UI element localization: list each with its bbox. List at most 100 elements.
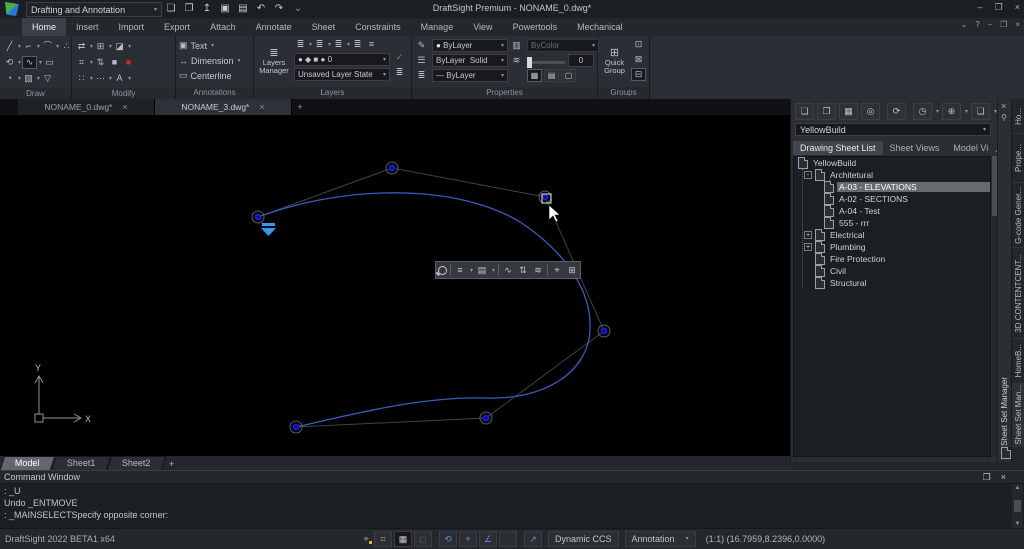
- clear-properties-icon[interactable]: ▢: [561, 69, 576, 82]
- tree-item-fire-protection[interactable]: Fire Protection: [794, 253, 990, 265]
- power-trim-icon[interactable]: ●: [122, 56, 135, 69]
- polar-toggle-icon[interactable]: ⟲: [439, 531, 457, 547]
- layer-lock-icon[interactable]: ≣: [332, 38, 345, 51]
- scale-tool-icon[interactable]: ⇅: [94, 56, 107, 69]
- tree-item-structural[interactable]: Structural: [794, 277, 990, 289]
- tree-item-electrical[interactable]: + Electrical: [794, 229, 990, 241]
- rectangle-tool-icon[interactable]: ▭: [43, 56, 56, 69]
- tree-item-a02-sections[interactable]: A-02 - SECTIONS: [794, 193, 990, 205]
- blank-toggle[interactable]: [499, 531, 517, 547]
- add-sheet-button[interactable]: +: [165, 458, 179, 470]
- tab-annotate[interactable]: Annotate: [246, 18, 302, 36]
- doc-minimize-icon[interactable]: –: [988, 20, 992, 29]
- etrack-toggle-icon[interactable]: ∠: [479, 531, 497, 547]
- restore-button[interactable]: ❐: [995, 2, 1003, 13]
- scroll-up-icon[interactable]: ▲: [1015, 485, 1021, 491]
- magnifier-icon[interactable]: [438, 266, 447, 275]
- confirm-layer-icon[interactable]: ✓: [393, 51, 406, 64]
- side-tab-sheet-set-manager[interactable]: Sheet Set Man...: [1012, 384, 1024, 447]
- sheet-properties-icon[interactable]: ▦: [839, 103, 858, 120]
- sheet-set-combo[interactable]: YellowBuild ▾: [795, 123, 991, 136]
- tree-item-civil[interactable]: Civil: [794, 265, 990, 277]
- save-icon[interactable]: ▣: [218, 2, 232, 16]
- import-sheet-icon[interactable]: ❐: [817, 103, 836, 120]
- circle-tool-icon[interactable]: ◔: [3, 72, 16, 85]
- layer-isolate-icon[interactable]: ≣: [313, 38, 326, 51]
- dimension-tool[interactable]: ↔ Dimension▾: [179, 53, 250, 68]
- drawing-canvas[interactable]: Y X ≡▾ ▤▾ ∿ ⇅ ≋ ⌖ ⊞: [0, 115, 790, 456]
- layer-find-icon[interactable]: ≣: [351, 38, 364, 51]
- panel-pin-icon[interactable]: ⚲: [1001, 113, 1007, 122]
- entity-snap-settings-icon[interactable]: ⌗: [374, 531, 392, 547]
- tab-sheet[interactable]: Sheet: [302, 18, 346, 36]
- doc-restore-icon[interactable]: ❐: [1000, 20, 1007, 29]
- open-file-icon[interactable]: ❐: [182, 2, 196, 16]
- doc-close-icon[interactable]: ×: [1015, 20, 1020, 29]
- doc-tab-noname0[interactable]: NONAME_0.dwg* ×: [18, 99, 155, 115]
- scrollbar-thumb[interactable]: [1014, 500, 1021, 512]
- close-tab-icon[interactable]: ×: [259, 102, 264, 112]
- recent-icon[interactable]: ◷: [913, 103, 932, 120]
- workspace-dropdown[interactable]: Drafting and Annotation ▾: [26, 2, 162, 17]
- layers-manager-button[interactable]: ≣ Layers Manager: [257, 38, 291, 85]
- tree-item-a03-elevations[interactable]: A-03 - ELEVATIONS: [794, 181, 990, 193]
- tab-import[interactable]: Import: [109, 18, 155, 36]
- transparency-value[interactable]: 0: [568, 54, 594, 67]
- tab-view[interactable]: View: [463, 18, 502, 36]
- tree-item-a04-test[interactable]: A-04 - Test: [794, 205, 990, 217]
- zoom-window-icon[interactable]: ⊞: [566, 265, 578, 276]
- publish-icon[interactable]: ⊕: [942, 103, 961, 120]
- collapse-icon[interactable]: -: [804, 171, 812, 179]
- minimize-button[interactable]: –: [978, 2, 983, 13]
- stretch-tool-icon[interactable]: ⌗: [75, 56, 88, 69]
- expand-icon[interactable]: +: [804, 243, 812, 251]
- ribbon-collapse-icon[interactable]: ⌄: [961, 20, 968, 29]
- dynamic-input-icon[interactable]: ↗: [524, 531, 542, 547]
- expand-icon[interactable]: +: [804, 231, 812, 239]
- grid-toggle-icon[interactable]: ▦: [394, 531, 412, 547]
- spline-edit-icon[interactable]: ≋: [532, 265, 544, 276]
- isolate-dropdown-icon[interactable]: ≡: [454, 265, 466, 275]
- copy-properties-icon[interactable]: ▤: [544, 69, 559, 82]
- dynamic-ccs-button[interactable]: Dynamic CCS: [548, 531, 619, 547]
- edit-points-icon[interactable]: ⋯: [94, 72, 107, 85]
- new-sheet-set-icon[interactable]: ❏: [795, 103, 814, 120]
- components-tool-icon[interactable]: ∷: [75, 72, 88, 85]
- new-file-icon[interactable]: ❏: [164, 2, 178, 16]
- dimension-quick-icon[interactable]: ⌖: [551, 265, 563, 276]
- layer-hide-icon[interactable]: ≣: [294, 38, 307, 51]
- erase-tool-icon[interactable]: ◪: [113, 40, 126, 53]
- spline-cv-icon[interactable]: ∿: [502, 265, 514, 276]
- tree-item-root[interactable]: YellowBuild: [794, 157, 990, 169]
- tab-powertools[interactable]: Powertools: [503, 18, 568, 36]
- tab-drawing-sheet-list[interactable]: Drawing Sheet List: [793, 141, 883, 155]
- close-tab-icon[interactable]: ×: [122, 102, 127, 112]
- tab-model[interactable]: Model: [0, 456, 55, 470]
- tab-home[interactable]: Home: [22, 18, 66, 36]
- arc-tool-icon[interactable]: ⌒: [41, 40, 54, 53]
- side-tab-3d-contentcentral[interactable]: 3D CONTENTCENT...: [1012, 248, 1024, 339]
- tab-model-views[interactable]: Model Vi: [946, 141, 995, 155]
- tab-sheet1[interactable]: Sheet1: [51, 456, 110, 470]
- layer-states-icon[interactable]: ≡: [365, 38, 378, 51]
- scroll-down-icon[interactable]: ▼: [1015, 521, 1021, 527]
- close-button[interactable]: ×: [1015, 2, 1020, 13]
- tab-export[interactable]: Export: [154, 18, 200, 36]
- print-icon[interactable]: ▤: [236, 2, 250, 16]
- tab-mechanical[interactable]: Mechanical: [567, 18, 633, 36]
- side-tab-home[interactable]: Ho...: [1012, 99, 1024, 134]
- refresh-icon[interactable]: ⟳: [887, 103, 906, 120]
- centerline-tool[interactable]: ▭ Centerline: [179, 68, 250, 83]
- tab-sheet2[interactable]: Sheet2: [107, 456, 166, 470]
- qat-customize-icon[interactable]: ⌄: [291, 2, 305, 16]
- edit-group-icon[interactable]: ⊟: [631, 68, 646, 81]
- layer-state-combo[interactable]: Unsaved Layer State ▾: [294, 68, 390, 81]
- tab-manage[interactable]: Manage: [411, 18, 464, 36]
- solid-edit-icon[interactable]: ■: [108, 56, 121, 69]
- tab-constraints[interactable]: Constraints: [345, 18, 411, 36]
- hatch-tool-icon[interactable]: ▨: [22, 72, 35, 85]
- help-icon[interactable]: ?: [975, 20, 979, 29]
- redo-icon[interactable]: ↷: [272, 2, 286, 16]
- spline-tool-icon[interactable]: ∿: [22, 56, 37, 69]
- panel-close-icon[interactable]: ×: [1001, 101, 1006, 111]
